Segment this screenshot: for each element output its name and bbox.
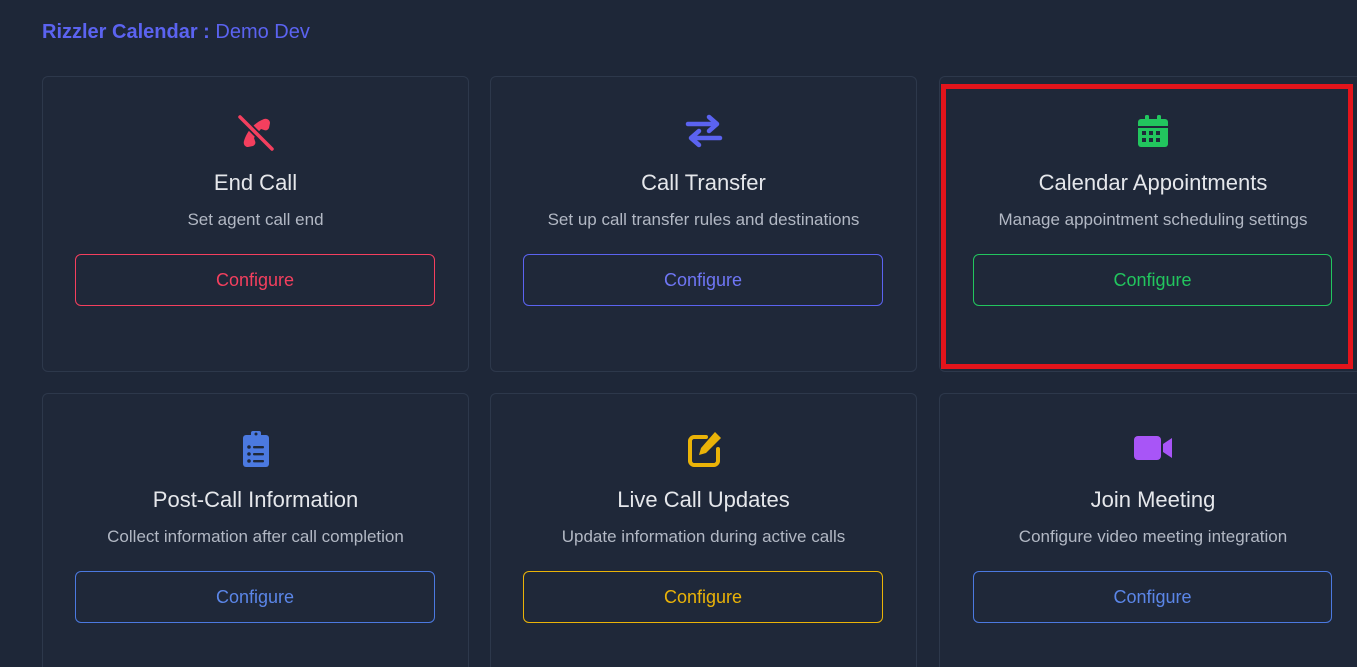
configure-join-meeting-button[interactable]: Configure [973, 571, 1332, 623]
app-name: Rizzler Calendar [42, 21, 198, 43]
video-camera-icon [1131, 426, 1175, 470]
card-post-call-information: Post-Call Information Collect informatio… [42, 393, 469, 667]
phone-slash-icon [234, 109, 278, 153]
card-title: Live Call Updates [617, 487, 790, 512]
configure-post-call-information-button[interactable]: Configure [75, 571, 435, 623]
edit-icon [682, 426, 726, 470]
card-title: Join Meeting [1090, 487, 1216, 512]
card-live-call-updates: Live Call Updates Update information dur… [490, 393, 917, 667]
card-description: Set up call transfer rules and destinati… [547, 210, 860, 229]
card-description: Manage appointment scheduling settings [998, 210, 1308, 229]
configure-call-transfer-button[interactable]: Configure [523, 254, 883, 306]
configure-calendar-appointments-button[interactable]: Configure [973, 254, 1332, 306]
card-title: Post-Call Information [152, 487, 359, 512]
page-header: Rizzler Calendar : Demo Dev [42, 19, 310, 45]
card-join-meeting: Join Meeting Configure video meeting int… [939, 393, 1357, 667]
card-description: Collect information after call completio… [107, 527, 404, 546]
card-description: Update information during active calls [561, 527, 846, 546]
card-description: Configure video meeting integration [1018, 527, 1288, 546]
card-title: Calendar Appointments [1038, 170, 1268, 195]
workspace-name: Demo Dev [215, 21, 310, 43]
card-end-call: End Call Set agent call end Configure [42, 76, 469, 372]
configure-end-call-button[interactable]: Configure [75, 254, 435, 306]
card-call-transfer: Call Transfer Set up call transfer rules… [490, 76, 917, 372]
clipboard-list-icon [234, 426, 278, 470]
arrows-transfer-icon [682, 109, 726, 153]
card-description: Set agent call end [187, 210, 324, 229]
header-separator: : [197, 21, 216, 43]
card-calendar-appointments: Calendar Appointments Manage appointment… [939, 76, 1357, 372]
integrations-page: Rizzler Calendar : Demo Dev End Call Set… [0, 0, 1357, 667]
configure-live-call-updates-button[interactable]: Configure [523, 571, 883, 623]
card-title: End Call [213, 170, 298, 195]
card-title: Call Transfer [641, 170, 766, 195]
calendar-icon [1131, 109, 1175, 153]
